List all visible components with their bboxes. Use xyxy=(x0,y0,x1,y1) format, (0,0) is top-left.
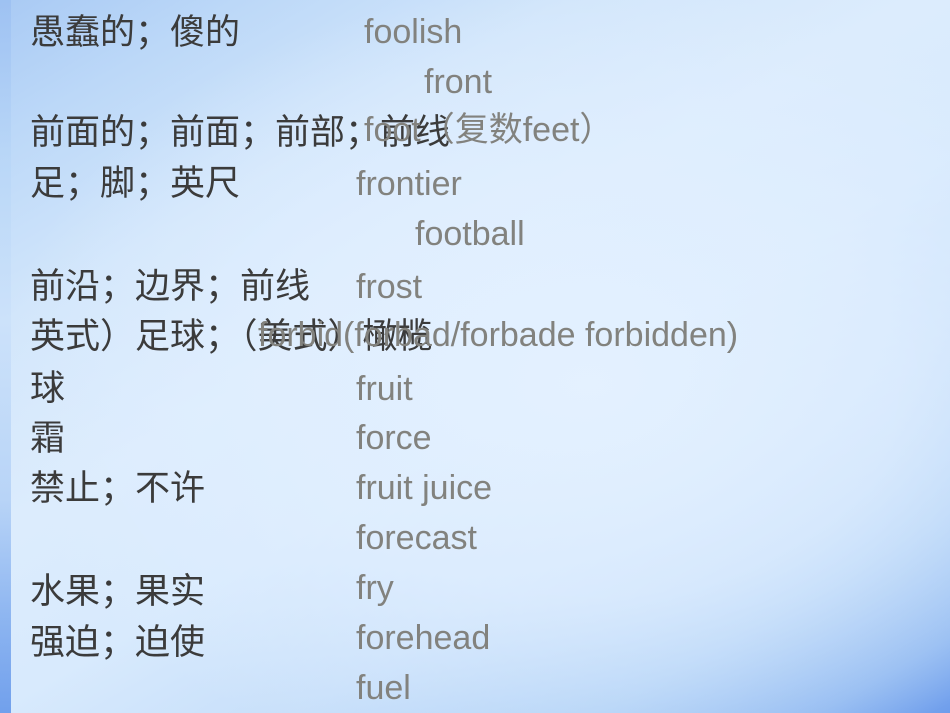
english-word: foot（复数feet） xyxy=(364,111,614,149)
english-word: forbid(forbad/forbade forbidden) xyxy=(258,316,739,354)
english-word: front xyxy=(424,63,493,101)
english-word: frontier xyxy=(356,165,462,203)
english-word: football xyxy=(415,215,525,253)
english-word: forecast xyxy=(356,519,477,557)
vocabulary-slide: 愚蠢的；傻的 前面的；前面；前部；前线 足；脚；英尺 前沿；边界；前线 英式）足… xyxy=(0,0,950,713)
english-word: frost xyxy=(356,268,423,306)
english-word: foolish xyxy=(364,13,463,51)
english-word-layer: foolish front foot（复数feet） frontier foot… xyxy=(0,0,950,713)
english-word: fruit xyxy=(356,370,413,408)
english-word: fry xyxy=(356,569,394,607)
english-word: fuel xyxy=(356,669,411,707)
english-word: force xyxy=(356,419,432,457)
english-word: forehead xyxy=(356,619,491,657)
english-word: fruit juice xyxy=(356,469,493,507)
